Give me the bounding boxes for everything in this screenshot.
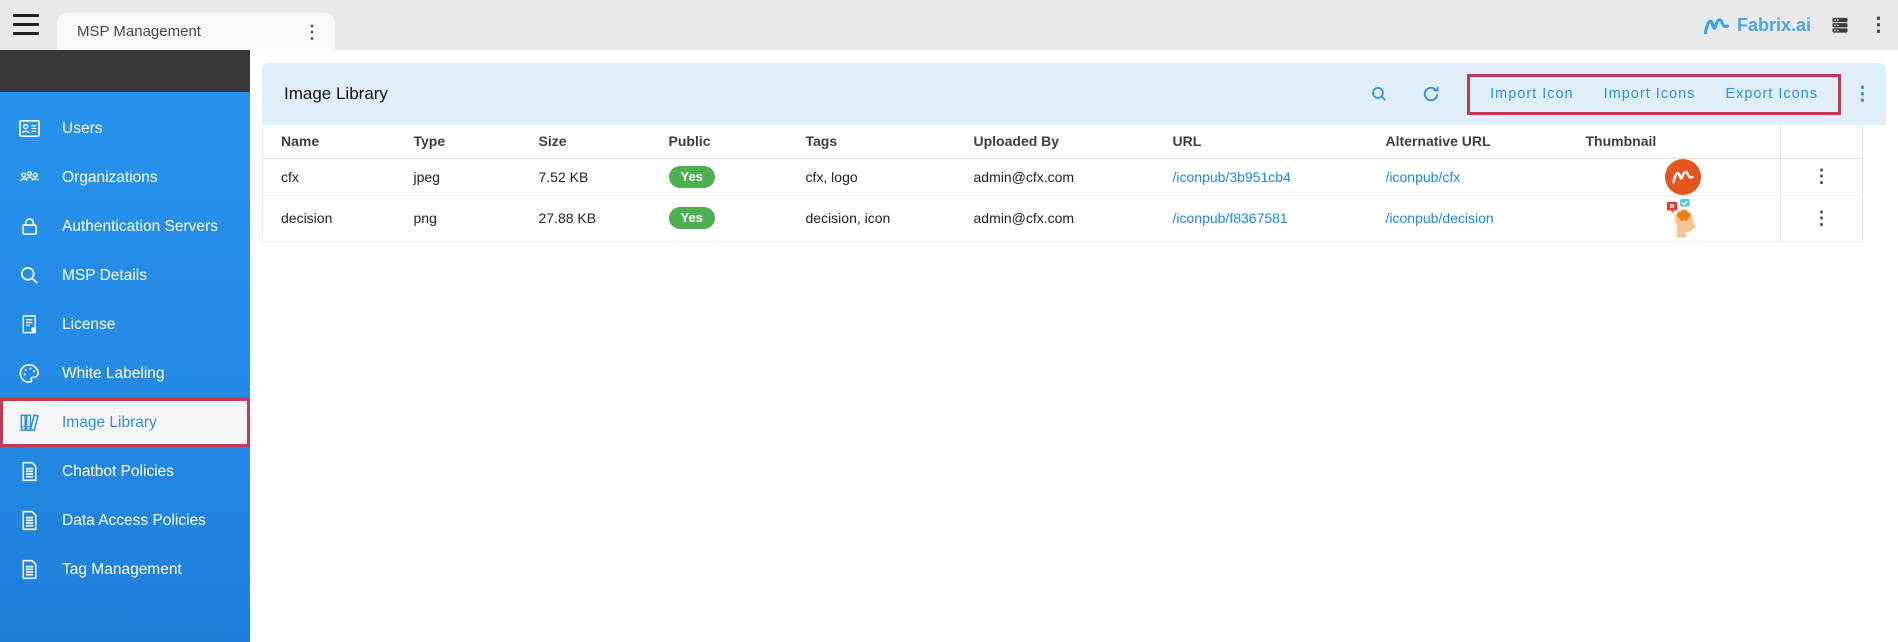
cell-thumbnail — [1586, 195, 1781, 241]
sidebar-item-label: Organizations — [62, 169, 158, 187]
cell-name: cfx — [263, 158, 414, 195]
cell-public: Yes — [669, 158, 806, 195]
export-icons-button[interactable]: Export Icons — [1725, 86, 1818, 102]
cell-uploaded-by: admin@cfx.com — [974, 195, 1173, 241]
column-header-name: Name — [263, 125, 414, 158]
sidebar-item-image-library[interactable]: Image Library — [0, 398, 250, 447]
app-screen: MSP Management ⋮ Fabrix.ai — [0, 0, 1898, 642]
fabrix-logo-thumbnail[interactable] — [1665, 159, 1701, 195]
url-link[interactable]: /iconpub/f8367581 — [1173, 210, 1288, 226]
column-header-uploaded-by: Uploaded By — [974, 125, 1173, 158]
table-header-row: Name Type Size Public Tags Uploaded By U… — [263, 125, 1863, 158]
column-header-tags: Tags — [806, 125, 974, 158]
table-row: decision png 27.88 KB Yes decision, icon… — [263, 195, 1863, 241]
row-kebab-icon[interactable]: ⋮ — [1813, 208, 1831, 229]
panel-kebab-icon[interactable]: ⋮ — [1853, 83, 1872, 106]
alternative-url-link[interactable]: /iconpub/decision — [1386, 210, 1494, 226]
cell-url: /iconpub/f8367581 — [1173, 195, 1386, 241]
sidebar-item-label: License — [62, 316, 115, 334]
tab-title: MSP Management — [77, 23, 303, 40]
tab-kebab-icon[interactable]: ⋮ — [303, 23, 321, 41]
column-header-public: Public — [669, 125, 806, 158]
main-content: Image Library Import Icon Import Icons E… — [262, 63, 1886, 242]
brand-logo: Fabrix.ai — [1703, 15, 1811, 36]
lock-icon — [17, 215, 41, 239]
sidebar-item-tag-management[interactable]: Tag Management — [0, 545, 250, 594]
sidebar-header — [0, 50, 250, 92]
sidebar-item-organizations[interactable]: Organizations — [0, 153, 250, 202]
toolbar-annotation-box: Import Icon Import Icons Export Icons — [1467, 74, 1841, 115]
sidebar-item-chatbot-policies[interactable]: Chatbot Policies — [0, 447, 250, 496]
decision-head-thumbnail[interactable] — [1664, 198, 1702, 241]
cell-type: png — [414, 195, 539, 241]
sidebar-item-label: MSP Details — [62, 267, 147, 285]
cell-url: /iconpub/3b951cb4 — [1173, 158, 1386, 195]
top-bar: MSP Management ⋮ Fabrix.ai — [0, 0, 1898, 50]
app-tab[interactable]: MSP Management ⋮ — [57, 13, 335, 50]
page-title: Image Library — [284, 84, 388, 104]
document-icon — [17, 460, 41, 484]
search-icon[interactable] — [1366, 81, 1393, 108]
brand-name: Fabrix.ai — [1737, 15, 1811, 36]
sidebar-item-label: Image Library — [62, 414, 157, 432]
organizations-icon — [17, 166, 41, 190]
sidebar-item-white-labeling[interactable]: White Labeling — [0, 349, 250, 398]
cell-actions: ⋮ — [1781, 158, 1863, 195]
users-icon — [17, 117, 41, 141]
cell-tags: cfx, logo — [806, 158, 974, 195]
cell-actions: ⋮ — [1781, 195, 1863, 241]
url-link[interactable]: /iconpub/3b951cb4 — [1173, 169, 1291, 185]
public-badge: Yes — [669, 207, 715, 229]
topbar-right-cluster: Fabrix.ai ⋮ — [1703, 0, 1888, 50]
sidebar-item-users[interactable]: Users — [0, 104, 250, 153]
cell-type: jpeg — [414, 158, 539, 195]
column-header-url: URL — [1173, 125, 1386, 158]
palette-icon — [17, 362, 41, 386]
cell-alternative-url: /iconpub/decision — [1386, 195, 1586, 241]
sidebar-item-label: Data Access Policies — [62, 512, 206, 530]
panel-header: Image Library Import Icon Import Icons E… — [262, 63, 1886, 125]
sidebar-item-label: Chatbot Policies — [62, 463, 174, 481]
sidebar-item-label: Tag Management — [62, 561, 182, 579]
refresh-icon[interactable] — [1417, 80, 1445, 108]
sidebar-item-authentication-servers[interactable]: Authentication Servers — [0, 202, 250, 251]
hamburger-menu-icon[interactable] — [13, 14, 39, 35]
sidebar-item-label: Users — [62, 120, 102, 138]
sidebar-item-msp-details[interactable]: MSP Details — [0, 251, 250, 300]
magnifier-icon — [17, 264, 41, 288]
row-kebab-icon[interactable]: ⋮ — [1813, 166, 1831, 187]
column-header-type: Type — [414, 125, 539, 158]
sidebar-item-license[interactable]: License — [0, 300, 250, 349]
public-badge: Yes — [669, 166, 715, 188]
sidebar-item-label: Authentication Servers — [62, 218, 218, 236]
fabrix-logo-icon — [1703, 15, 1730, 36]
cell-public: Yes — [669, 195, 806, 241]
table-row: cfx jpeg 7.52 KB Yes cfx, logo admin@cfx… — [263, 158, 1863, 195]
import-icons-button[interactable]: Import Icons — [1604, 86, 1696, 102]
sidebar-item-label: White Labeling — [62, 365, 165, 383]
cell-tags: decision, icon — [806, 195, 974, 241]
column-header-alternative-url: Alternative URL — [1386, 125, 1586, 158]
sidebar-nav: Users Organizations Au — [0, 92, 250, 594]
image-library-table: Name Type Size Public Tags Uploaded By U… — [262, 125, 1863, 242]
cell-thumbnail — [1586, 158, 1781, 195]
license-icon — [17, 313, 41, 337]
import-icon-button[interactable]: Import Icon — [1490, 86, 1574, 102]
cell-size: 7.52 KB — [539, 158, 669, 195]
books-icon — [17, 411, 41, 435]
document-icon — [17, 509, 41, 533]
sidebar-item-data-access-policies[interactable]: Data Access Policies — [0, 496, 250, 545]
cell-name: decision — [263, 195, 414, 241]
alternative-url-link[interactable]: /iconpub/cfx — [1386, 169, 1461, 185]
server-stack-icon[interactable] — [1826, 11, 1854, 39]
column-header-thumbnail: Thumbnail — [1586, 125, 1781, 158]
cell-uploaded-by: admin@cfx.com — [974, 158, 1173, 195]
cell-alternative-url: /iconpub/cfx — [1386, 158, 1586, 195]
column-header-actions — [1781, 125, 1863, 158]
column-header-size: Size — [539, 125, 669, 158]
sidebar: Users Organizations Au — [0, 50, 250, 642]
topbar-kebab-icon[interactable]: ⋮ — [1869, 14, 1888, 37]
document-icon — [17, 558, 41, 582]
cell-size: 27.88 KB — [539, 195, 669, 241]
